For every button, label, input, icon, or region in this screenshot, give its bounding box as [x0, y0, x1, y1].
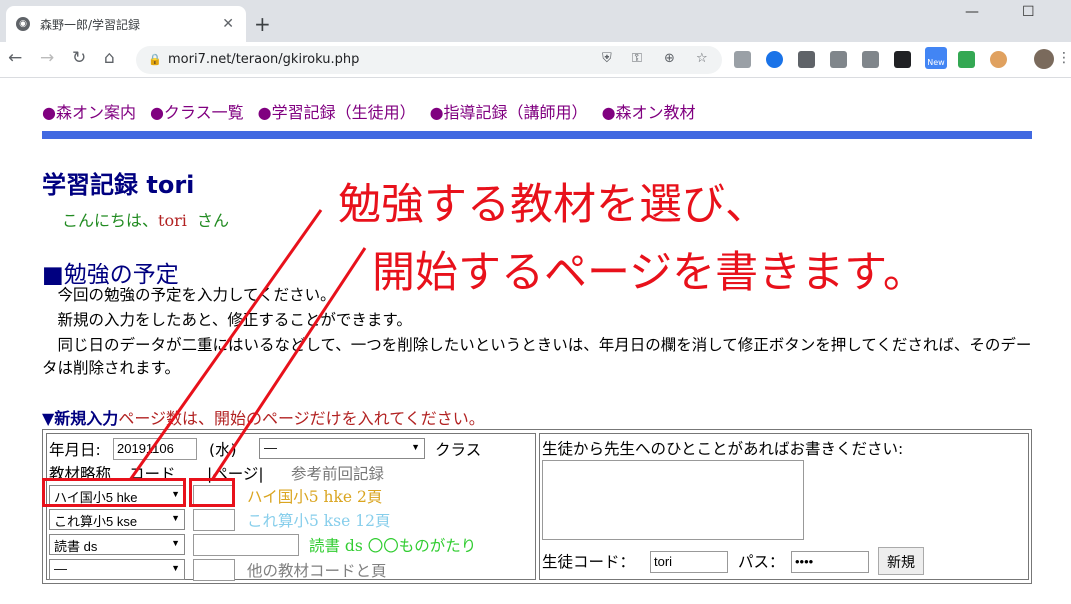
divider-bar — [42, 131, 1032, 139]
shield-icon[interactable]: ⛨ — [602, 51, 612, 66]
nav-link-study-record[interactable]: ●学習記録（生徒用） — [258, 103, 416, 122]
forward-icon[interactable]: → — [40, 48, 54, 68]
message-textarea[interactable] — [542, 460, 804, 540]
material-select-2[interactable]: これ算小5 kse — [49, 509, 185, 530]
message-cell: 生徒から先生へのひとことがあればお書きください: 生徒コード： tori パス：… — [539, 433, 1029, 580]
greeting: こんにちは、tori さん — [62, 211, 230, 230]
class-select[interactable]: — — [259, 438, 425, 459]
browser-toolbar: ← → ↻ ⌂ 🔒 mori7.net/teraon/gkiroku.php ⛨… — [0, 42, 1071, 78]
url-text: mori7.net/teraon/gkiroku.php — [168, 52, 360, 67]
back-icon[interactable]: ← — [8, 48, 22, 68]
highlight-page-input — [189, 478, 235, 507]
top-nav: ●森オン案内 ●クラス一覧 ●学習記録（生徒用） ●指導記録（講師用） ●森オン教材 — [42, 99, 710, 123]
submit-new-button[interactable]: 新規 — [878, 547, 924, 575]
home-icon[interactable]: ⌂ — [104, 48, 115, 68]
page-title: 学習記録 tori — [42, 171, 195, 199]
tab-title: 森野一郎/学習記録 — [40, 17, 141, 32]
code-ext-icon[interactable] — [862, 51, 879, 68]
col-ref: 参考前回記録 — [291, 465, 385, 483]
student-code-label: 生徒コード： — [542, 553, 636, 571]
menu-icon[interactable]: ⋮ — [1057, 50, 1071, 66]
instruction-3: 同じ日のデータが二重にはいるなどして、一つを削除したいというときいは、年月日の欄… — [42, 336, 1032, 377]
tab-close-icon[interactable]: ✕ — [222, 16, 234, 32]
reload-icon[interactable]: ↻ — [72, 48, 86, 68]
maximize-icon[interactable]: ☐ — [1022, 4, 1035, 20]
weekday-label: (水) — [209, 441, 237, 459]
material-select-4[interactable]: — — [49, 559, 185, 580]
extension-icon[interactable] — [734, 51, 751, 68]
prev-record-4: 他の教材コードと頁 — [247, 562, 387, 580]
bookmark-ext-icon[interactable] — [766, 51, 783, 68]
page-input-2[interactable] — [193, 509, 235, 531]
nav-link-materials[interactable]: ●森オン教材 — [602, 103, 696, 122]
page-content: ●森オン案内 ●クラス一覧 ●学習記録（生徒用） ●指導記録（講師用） ●森オン教材 学… — [0, 79, 1071, 604]
date-input[interactable]: 20191106 — [113, 438, 197, 460]
key-icon[interactable]: ⚿ — [632, 51, 642, 66]
instruction-2: 新規の入力をしたあと、修正することができます。 — [42, 311, 412, 329]
greeting-name: tori — [158, 211, 187, 230]
class-label: クラス — [435, 441, 482, 459]
avatar[interactable] — [1034, 49, 1054, 69]
nav-link-teaching-record[interactable]: ●指導記録（講師用） — [430, 103, 588, 122]
message-label: 生徒から先生へのひとことがあればお書きください: — [542, 440, 904, 458]
minimize-icon[interactable]: — — [965, 4, 979, 20]
address-bar[interactable]: 🔒 mori7.net/teraon/gkiroku.php ⛨ ⚿ ⊕ ☆ — [136, 46, 722, 74]
lock-icon: 🔒 — [148, 53, 162, 66]
prev-record-2: これ算小5 kse 12頁 — [247, 512, 391, 530]
cookie-icon[interactable] — [990, 51, 1007, 68]
browser-titlebar: ◉ 森野一郎/学習記録 ✕ + — ☐ — [0, 0, 1071, 42]
forward-ext-icon[interactable] — [894, 51, 911, 68]
student-code-input[interactable]: tori — [650, 551, 728, 573]
pass-label: パス： — [738, 553, 785, 571]
page-input-4[interactable] — [193, 559, 235, 581]
gear-ext-icon[interactable] — [830, 51, 847, 68]
material-select-3[interactable]: 読書 ds — [49, 534, 185, 555]
new-ext-icon[interactable]: New — [925, 47, 947, 69]
zoom-icon[interactable]: ⊕ — [664, 51, 675, 66]
password-input[interactable]: •••• — [791, 551, 869, 573]
globe-icon: ◉ — [16, 17, 30, 31]
prev-record-3: 読書 ds 〇〇ものがたり — [309, 537, 477, 555]
highlight-material-select — [42, 478, 186, 507]
date-label: 年月日: — [49, 441, 101, 459]
nav-link-classes[interactable]: ●クラス一覧 — [150, 103, 244, 122]
callout-line-2: 開始するページを書きます。 — [372, 248, 926, 298]
browser-tab[interactable]: ◉ 森野一郎/学習記録 ✕ — [6, 6, 246, 42]
new-entry-heading: ▼新規入力ページ数は、開始のページだけを入れてください。 — [42, 409, 485, 428]
new-tab-icon[interactable]: + — [254, 12, 271, 36]
star-icon[interactable]: ☆ — [696, 51, 708, 66]
new-entry-note: ページ数は、開始のページだけを入れてください。 — [118, 409, 485, 428]
callout-line-1: 勉強する教材を選び、 — [338, 180, 768, 230]
chart-ext-icon[interactable] — [798, 51, 815, 68]
prev-record-1: ハイ国小5 hke 2頁 — [247, 488, 383, 506]
page-input-3[interactable] — [193, 534, 299, 556]
drive-icon[interactable] — [958, 51, 975, 68]
nav-link-guide[interactable]: ●森オン案内 — [42, 103, 136, 122]
